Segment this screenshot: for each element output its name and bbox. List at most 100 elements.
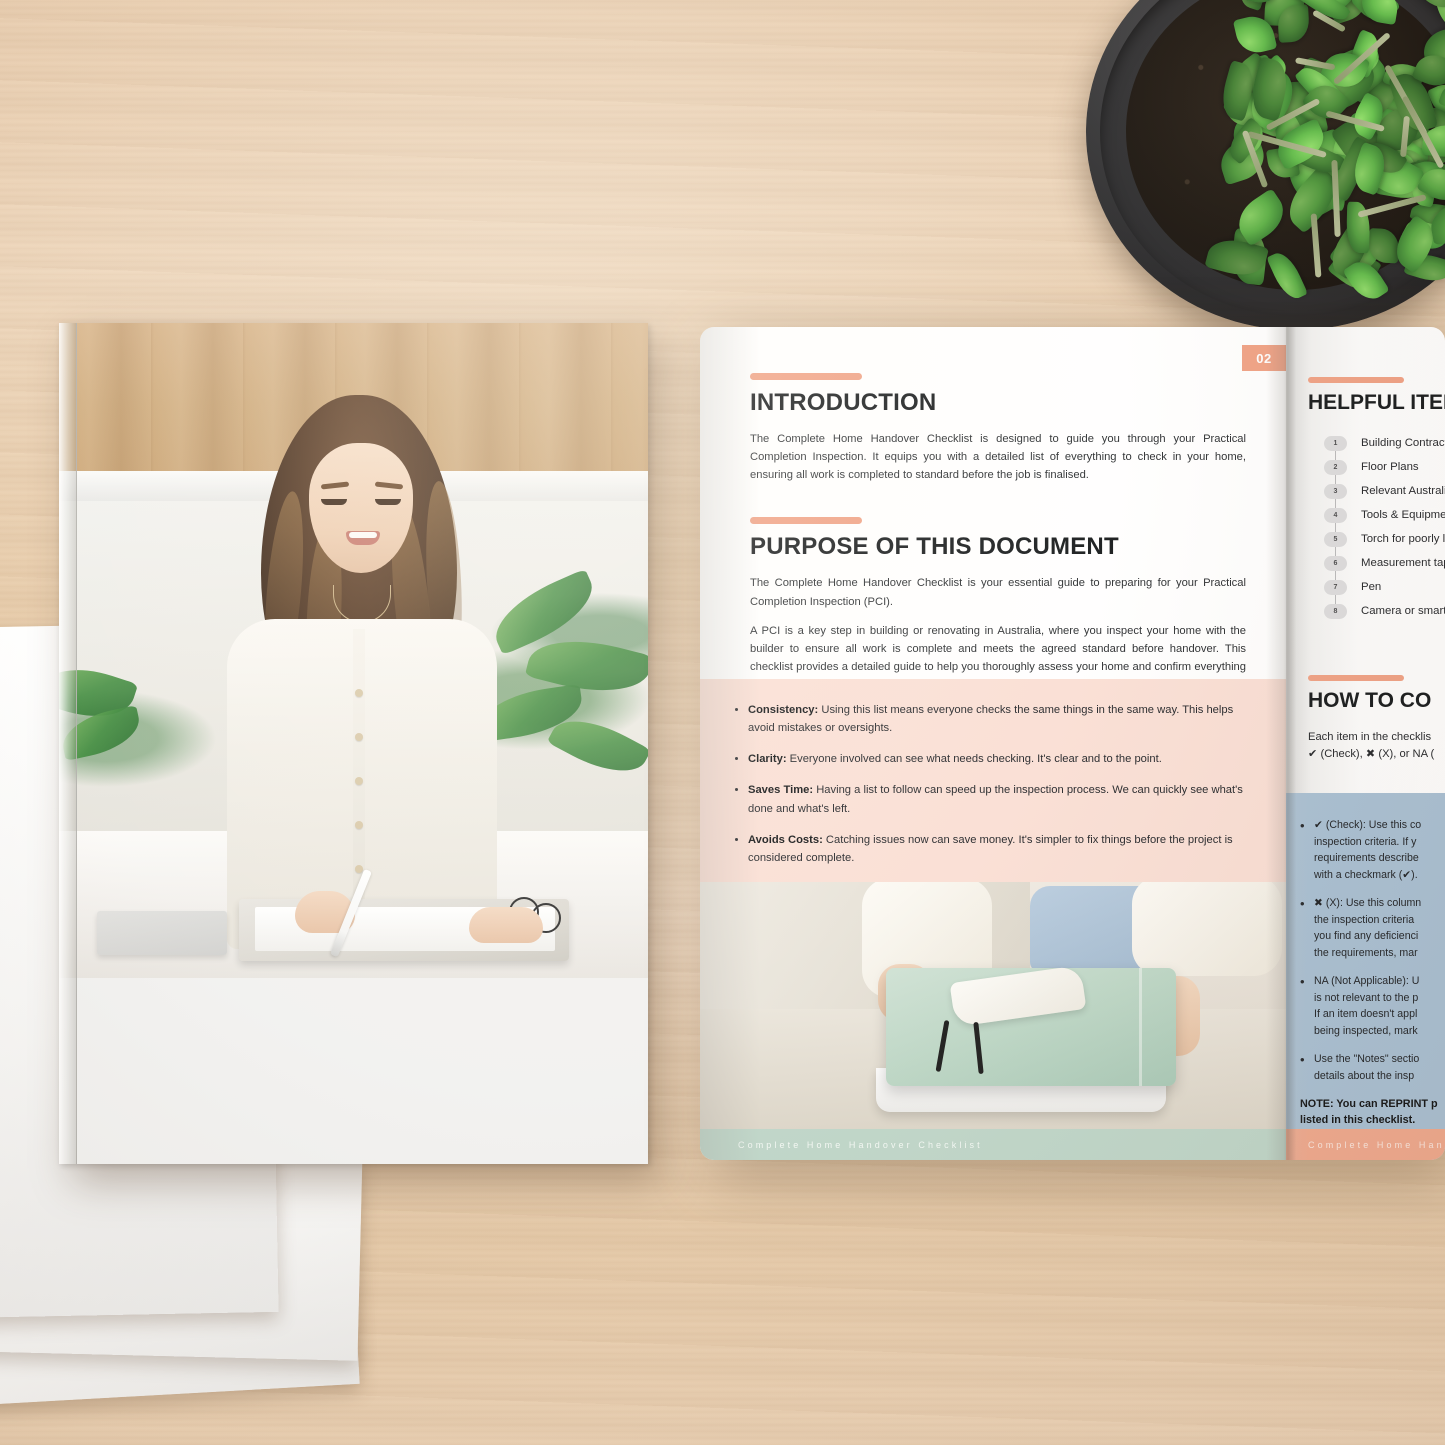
- plant-leaf: [1349, 0, 1413, 7]
- plant-leaf: [1437, 77, 1445, 118]
- plant-stem: [1384, 64, 1429, 137]
- howto-intro-line1: Each item in the checklis: [1308, 731, 1432, 743]
- plant-leaf: [1287, 0, 1352, 28]
- helpful-item-label: Relevant Australian: [1361, 485, 1445, 497]
- ebook-cover[interactable]: THE COMPLETE HOME HANDOVER CHECKLIST: [59, 323, 648, 1164]
- cover-photo-desk-objects: [59, 868, 648, 978]
- cover-photo: [59, 323, 648, 978]
- plant-leaf: [1421, 122, 1445, 160]
- helpful-item-row: 1 Building Contract: [1324, 431, 1445, 455]
- plant-soil: [1126, 0, 1445, 290]
- plant-leaf: [1241, 64, 1303, 133]
- right-page-howto: HOW TO CO Each item in the checklis ✔ (C…: [1308, 675, 1445, 764]
- plant-leaf: [1434, 0, 1445, 30]
- plant-leaf: [1410, 0, 1445, 17]
- plant-leaf: [1292, 91, 1329, 138]
- plant-leaf: [1243, 0, 1285, 6]
- benefit-item: Clarity: Everyone involved can see what …: [748, 750, 1252, 768]
- helpful-item-label: Pen: [1361, 581, 1382, 593]
- right-page-footer-text: Complete Home Handove: [1308, 1139, 1445, 1150]
- paragraph-purpose-1: The Complete Home Handover Checklist is …: [750, 577, 1246, 608]
- plant-leaf: [1379, 137, 1432, 183]
- plant-leaf: [1427, 79, 1445, 120]
- plant-leaf: [1375, 107, 1420, 153]
- helpful-item-label: Measurement tape: [1361, 557, 1445, 569]
- plant-leaf: [1222, 116, 1268, 165]
- benefit-item: Saves Time: Having a list to follow can …: [748, 781, 1252, 817]
- open-book[interactable]: 02 INTRODUCTION The Complete Home Handov…: [700, 327, 1445, 1160]
- howto-bullet-line: ✖ (X): Use this column: [1314, 897, 1422, 910]
- plant-leaf: [1328, 122, 1383, 170]
- helpful-item-label: Building Contract: [1361, 437, 1445, 449]
- howto-bullet-line: Use the "Notes" sectio: [1314, 1053, 1420, 1066]
- howto-bullet-line: NA (Not Applicable): U: [1314, 975, 1420, 988]
- note-line1: NOTE: You can REPRINT p: [1300, 1098, 1438, 1111]
- helpful-item-number: 5: [1324, 531, 1347, 547]
- helpful-item-number: 6: [1324, 555, 1347, 571]
- helpful-item-row: 4 Tools & Equipment: [1324, 503, 1445, 527]
- plant-leaf: [1415, 161, 1445, 209]
- howto-bullet-line: you find any deficienci: [1314, 930, 1419, 943]
- plant-leaf: [1274, 111, 1304, 159]
- plant-leaf: [1229, 188, 1292, 247]
- howto-bullet: Use the "Notes" sectio details about the …: [1300, 1050, 1445, 1084]
- right-page-footer: Complete Home Handove: [1286, 1129, 1445, 1160]
- plant-leaf: [1217, 60, 1259, 123]
- benefit-term: Avoids Costs:: [748, 833, 823, 846]
- section-rule-purpose: [750, 517, 862, 525]
- note-line2: listed in this checklist.: [1300, 1114, 1416, 1127]
- benefit-term: Clarity:: [748, 753, 787, 766]
- cover-photo-hand-right: [469, 907, 543, 943]
- benefit-text: Everyone involved can see what needs che…: [786, 753, 1162, 766]
- plant-leaf: [1264, 0, 1305, 27]
- plant-leaf: [1368, 228, 1400, 264]
- helpful-items-list: 1 Building Contract 2 Floor Plans 3 Relevant …: [1324, 431, 1445, 623]
- howto-bullet-line: If an item doesn't appl: [1314, 1008, 1418, 1021]
- plant-leaf: [1363, 98, 1423, 164]
- plant-leaf: [1363, 139, 1419, 188]
- plant-leaf: [1294, 56, 1339, 104]
- plant-leaf: [1229, 227, 1270, 286]
- plant-leaf: [1407, 159, 1441, 208]
- helpful-item-number: 4: [1324, 507, 1347, 523]
- heading-how-to-complete: HOW TO CO: [1308, 689, 1432, 712]
- plant-leaf: [1346, 202, 1370, 254]
- helpful-item-row: 3 Relevant Australian: [1324, 479, 1445, 503]
- left-page-footer: Complete Home Handover Checklist: [700, 1129, 1286, 1160]
- plant-leaf: [1403, 249, 1445, 287]
- potted-plant: [1086, 0, 1445, 330]
- plant-leaf: [1328, 224, 1385, 281]
- plant-leaf: [1252, 53, 1293, 94]
- book-left-page: 02 INTRODUCTION The Complete Home Handov…: [700, 327, 1286, 1160]
- helpful-item-label: Tools & Equipment: [1361, 509, 1445, 521]
- plant-leaf: [1258, 81, 1311, 120]
- plant-leaf: [1340, 246, 1382, 283]
- helpful-item-number: 2: [1324, 459, 1347, 475]
- howto-bullet-line: the requirements, mar: [1314, 946, 1418, 959]
- howto-intro-line2: ✔ (Check), ✖ (X), or NA (: [1308, 748, 1435, 761]
- benefit-term: Saves Time:: [748, 784, 814, 797]
- plant-leaf: [1323, 221, 1376, 281]
- plant-leaf: [1342, 254, 1390, 306]
- helpful-item-label: Floor Plans: [1361, 461, 1419, 473]
- plant-stem: [1325, 110, 1385, 132]
- plant-leaf: [1372, 82, 1422, 137]
- plant-leaf: [1233, 12, 1278, 58]
- woman-mouth: [346, 531, 380, 545]
- plant-leaf: [1266, 247, 1309, 303]
- helpful-item-row: 6 Measurement tape: [1324, 551, 1445, 575]
- plant-leaf: [1399, 124, 1445, 173]
- plant-leaf: [1422, 101, 1445, 147]
- helpful-item-number: 7: [1324, 579, 1347, 595]
- plant-leaf: [1409, 156, 1445, 196]
- plant-leaf: [1401, 211, 1445, 257]
- plant-leaf: [1401, 158, 1445, 186]
- benefit-item: Consistency: Using this list means every…: [748, 701, 1252, 737]
- plant-stem: [1310, 212, 1322, 278]
- plant-leaf: [1381, 58, 1427, 95]
- benefit-text: Having a list to follow can speed up the…: [748, 784, 1243, 815]
- plant-leaf: [1411, 48, 1445, 93]
- benefits-list: Consistency: Using this list means every…: [748, 701, 1252, 867]
- howto-bullet-line: requirements describe: [1314, 852, 1419, 865]
- plant-leaf: [1381, 149, 1422, 192]
